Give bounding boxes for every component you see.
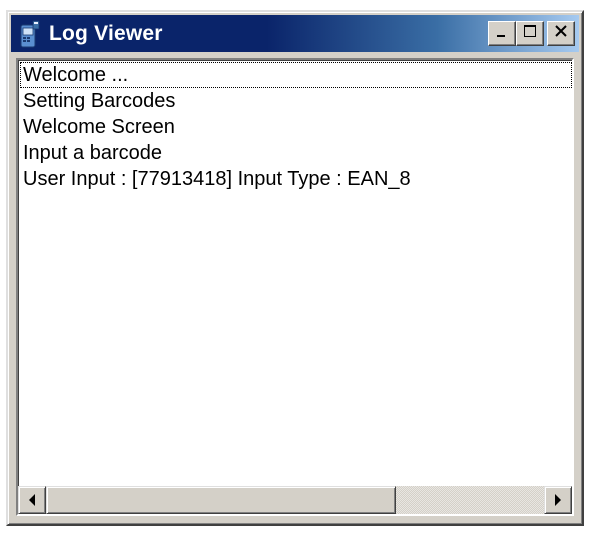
scrollbar-thumb[interactable] bbox=[46, 486, 396, 514]
minimize-icon bbox=[496, 25, 508, 43]
arrow-right-icon bbox=[555, 494, 561, 506]
close-button[interactable] bbox=[547, 21, 575, 46]
maximize-button[interactable] bbox=[516, 21, 544, 46]
title-buttons bbox=[488, 21, 575, 46]
arrow-left-icon bbox=[29, 494, 35, 506]
log-line[interactable]: Setting Barcodes bbox=[20, 88, 572, 114]
window-title: Log Viewer bbox=[49, 21, 163, 45]
scroll-left-button[interactable] bbox=[18, 486, 46, 514]
title-bar[interactable]: Log Viewer bbox=[11, 15, 579, 52]
log-line[interactable]: Input a barcode bbox=[20, 140, 572, 166]
log-line[interactable]: Welcome Screen bbox=[20, 114, 572, 140]
barcode-scanner-icon[interactable] bbox=[17, 19, 43, 49]
scroll-right-button[interactable] bbox=[544, 486, 572, 514]
close-icon bbox=[554, 24, 568, 43]
log-line[interactable]: Welcome ... bbox=[20, 62, 572, 88]
log-viewer-window: Log Viewer Welcome ... Setting Barcodes … bbox=[6, 10, 584, 526]
horizontal-scrollbar[interactable] bbox=[18, 486, 572, 514]
minimize-button[interactable] bbox=[488, 21, 516, 46]
log-list-box[interactable]: Welcome ... Setting Barcodes Welcome Scr… bbox=[16, 58, 574, 516]
log-line[interactable]: User Input : [77913418] Input Type : EAN… bbox=[20, 166, 572, 192]
log-list[interactable]: Welcome ... Setting Barcodes Welcome Scr… bbox=[20, 62, 572, 486]
maximize-icon bbox=[523, 24, 537, 43]
